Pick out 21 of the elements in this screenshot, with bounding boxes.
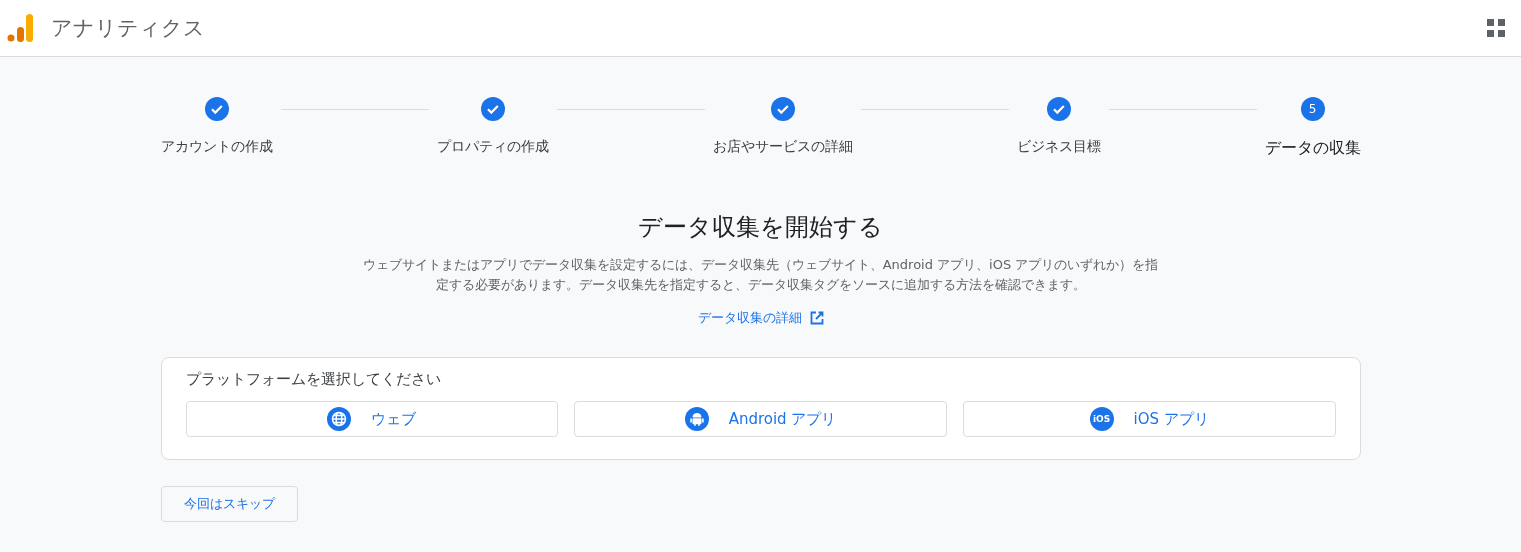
bar-chart-logo-icon xyxy=(7,13,33,43)
card-title: プラットフォームを選択してください xyxy=(185,370,442,389)
step-label: アカウントの作成 xyxy=(160,138,273,156)
step-label: プロパティの作成 xyxy=(436,138,549,156)
platform-button[interactable]: iOS iOS アプリ xyxy=(962,401,1336,437)
learn-more-link[interactable]: データ収集の詳細 xyxy=(697,309,824,327)
external-link-icon xyxy=(809,311,824,325)
step-label: ビジネス目標 xyxy=(1016,138,1101,156)
skip-button[interactable]: 今回はスキップ xyxy=(160,486,298,522)
step-number: 5 xyxy=(1300,97,1325,121)
app-title: アナリティクス xyxy=(51,15,205,42)
step-label: データの収集 xyxy=(1264,138,1361,159)
step-label: お店やサービスの詳細 xyxy=(712,138,853,156)
android-robot-icon xyxy=(684,407,709,431)
ios-badge-icon: iOS xyxy=(1089,407,1114,431)
platform-button[interactable]: ウェブ xyxy=(185,401,559,437)
section-heading: データ収集を開始する xyxy=(637,212,884,243)
apps-grid-icon[interactable] xyxy=(1487,19,1505,37)
platform-button[interactable]: Android アプリ xyxy=(574,401,947,437)
description-text: ウェブサイトまたはアプリでデータ収集を設定するには、データ収集先（ウェブサイト、Android アプリ、iOS アプリのいずれか）を指定する必要があります。データ収集先を指定すると、データ収集タグをソースに追加する方法を確認できます。 xyxy=(361,256,1160,294)
globe-icon xyxy=(327,407,352,431)
